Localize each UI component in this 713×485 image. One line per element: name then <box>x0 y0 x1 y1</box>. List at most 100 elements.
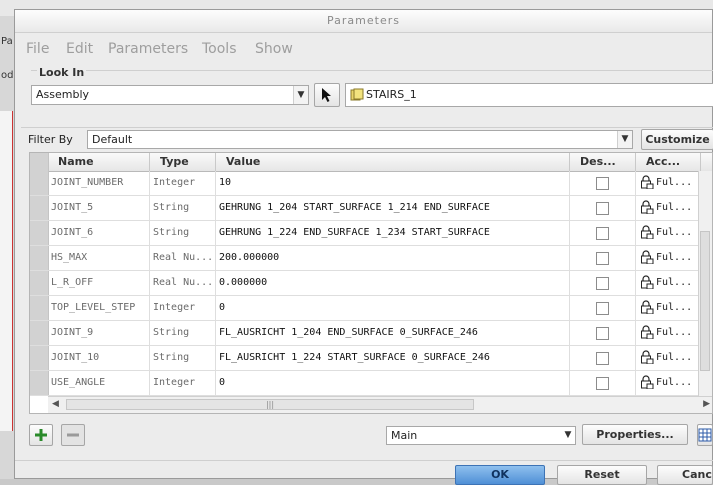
scope-select[interactable]: Assembly ▼ <box>31 85 309 105</box>
cell-access[interactable]: Ful... <box>636 196 701 220</box>
vertical-scrollbar[interactable] <box>698 171 712 397</box>
cell-name[interactable]: JOINT_6 <box>48 221 150 245</box>
cell-type[interactable]: String <box>150 196 216 220</box>
cell-access[interactable]: Ful... <box>636 271 701 295</box>
cell-access[interactable]: Ful... <box>636 296 701 320</box>
cell-name[interactable]: HS_MAX <box>48 246 150 270</box>
cell-designate <box>570 271 636 295</box>
cell-access[interactable]: Ful... <box>636 321 701 345</box>
table-row[interactable]: HS_MAX Real Nu... 200.000000 Ful... <box>30 246 712 271</box>
cell-access[interactable]: Ful... <box>636 346 701 370</box>
cell-type[interactable]: Integer <box>150 371 216 395</box>
designate-checkbox[interactable] <box>596 202 609 215</box>
cell-value[interactable]: 0.000000 <box>216 271 570 295</box>
scope-value: Assembly <box>36 88 90 101</box>
table-row[interactable]: JOINT_9 String FL_AUSRICHT 1_204 END_SURFA… <box>30 321 712 346</box>
cell-value[interactable]: GEHRUNG 1_204 START_SURFACE 1_214 END_SU… <box>216 196 570 220</box>
designate-checkbox[interactable] <box>596 177 609 190</box>
cell-access[interactable]: Ful... <box>636 171 701 195</box>
cell-type[interactable]: Integer <box>150 171 216 195</box>
cell-access[interactable]: Ful... <box>636 371 701 395</box>
column-header-type[interactable]: Type <box>150 153 216 171</box>
vertical-scroll-thumb[interactable] <box>700 231 710 371</box>
chevron-down-icon[interactable]: ▼ <box>293 86 308 104</box>
customize-button[interactable]: Customize <box>641 129 713 150</box>
remove-parameter-button[interactable] <box>61 424 85 446</box>
row-header[interactable] <box>30 371 49 395</box>
cell-value[interactable]: 0 <box>216 296 570 320</box>
scroll-left-icon[interactable]: ◀ <box>52 399 59 409</box>
horizontal-scroll-thumb[interactable]: ||| <box>66 399 474 410</box>
cell-type[interactable]: Real Nu... <box>150 246 216 270</box>
column-header-name[interactable]: Name <box>48 153 150 171</box>
select-object-button[interactable] <box>314 83 340 107</box>
cell-name[interactable]: JOINT_NUMBER <box>48 171 150 195</box>
cell-access[interactable]: Ful... <box>636 221 701 245</box>
designate-checkbox[interactable] <box>596 327 609 340</box>
cell-type[interactable]: String <box>150 221 216 245</box>
table-row[interactable]: JOINT_10 String FL_AUSRICHT 1_224 START_SU… <box>30 346 712 371</box>
background-panel: Pa odi <box>0 16 16 479</box>
cell-value[interactable]: 10 <box>216 171 570 195</box>
cell-name[interactable]: JOINT_5 <box>48 196 150 220</box>
cell-value[interactable]: GEHRUNG 1_224 END_SURFACE 1_234 START_SU… <box>216 221 570 245</box>
horizontal-scrollbar[interactable]: ◀ ||| ▶ <box>48 396 712 413</box>
cancel-button[interactable]: Cance <box>657 465 713 485</box>
cell-type[interactable]: String <box>150 346 216 370</box>
menu-edit[interactable]: Edit <box>66 38 93 60</box>
cell-type[interactable]: Real Nu... <box>150 271 216 295</box>
table-row[interactable]: JOINT_NUMBER Integer 10 Ful... <box>30 171 712 196</box>
chevron-down-icon[interactable]: ▼ <box>561 427 575 444</box>
row-header[interactable] <box>30 296 49 320</box>
cell-name[interactable]: TOP_LEVEL_STEP <box>48 296 150 320</box>
cell-name[interactable]: L_R_OFF <box>48 271 150 295</box>
cell-name[interactable]: JOINT_10 <box>48 346 150 370</box>
row-header[interactable] <box>30 346 49 370</box>
table-view-button[interactable] <box>697 424 713 446</box>
cell-value[interactable]: FL_AUSRICHT 1_204 END_SURFACE 0_SURFACE_… <box>216 321 570 345</box>
designate-checkbox[interactable] <box>596 252 609 265</box>
cell-name[interactable]: JOINT_9 <box>48 321 150 345</box>
filter-select[interactable]: Default ▼ <box>87 130 633 149</box>
table-row[interactable]: JOINT_5 String GEHRUNG 1_204 START_SURFACE… <box>30 196 712 221</box>
cell-type[interactable]: String <box>150 321 216 345</box>
reset-button[interactable]: Reset <box>557 465 647 485</box>
cell-name[interactable]: USE_ANGLE <box>48 371 150 395</box>
row-header[interactable] <box>30 196 49 220</box>
designate-checkbox[interactable] <box>596 277 609 290</box>
view-select[interactable]: Main ▼ <box>386 426 576 445</box>
table-row[interactable]: L_R_OFF Real Nu... 0.000000 Ful... <box>30 271 712 296</box>
column-header-value[interactable]: Value <box>216 153 570 171</box>
menu-parameters[interactable]: Parameters <box>108 38 188 60</box>
designate-checkbox[interactable] <box>596 377 609 390</box>
table-row[interactable]: JOINT_6 String GEHRUNG 1_224 END_SURFACE 1… <box>30 221 712 246</box>
designate-checkbox[interactable] <box>596 352 609 365</box>
menu-show[interactable]: Show <box>255 38 293 60</box>
cell-value[interactable]: 0 <box>216 371 570 395</box>
designate-checkbox[interactable] <box>596 227 609 240</box>
row-header[interactable] <box>30 246 49 270</box>
designate-checkbox[interactable] <box>596 302 609 315</box>
row-header[interactable] <box>30 271 49 295</box>
menu-tools[interactable]: Tools <box>202 38 237 60</box>
column-header-access[interactable]: Acc... <box>636 153 701 171</box>
scroll-right-icon[interactable]: ▶ <box>703 399 710 409</box>
table-row[interactable]: TOP_LEVEL_STEP Integer 0 Ful... <box>30 296 712 321</box>
chevron-down-icon[interactable]: ▼ <box>617 131 632 148</box>
add-parameter-button[interactable] <box>29 424 53 446</box>
cell-access[interactable]: Ful... <box>636 246 701 270</box>
menu-file[interactable]: File <box>26 38 49 60</box>
properties-button[interactable]: Properties... <box>582 424 688 445</box>
cell-type[interactable]: Integer <box>150 296 216 320</box>
column-header-designate[interactable]: Des... <box>570 153 636 171</box>
selected-object-field[interactable]: STAIRS_1 <box>345 83 713 107</box>
cell-value[interactable]: 200.000000 <box>216 246 570 270</box>
table-row[interactable]: USE_ANGLE Integer 0 Ful... <box>30 371 712 396</box>
row-header[interactable] <box>30 221 49 245</box>
row-header[interactable] <box>30 171 49 195</box>
row-header[interactable] <box>30 321 49 345</box>
ok-button[interactable]: OK <box>455 465 545 485</box>
cell-designate <box>570 371 636 395</box>
access-label: Ful... <box>656 352 693 363</box>
cell-value[interactable]: FL_AUSRICHT 1_224 START_SURFACE 0_SURFAC… <box>216 346 570 370</box>
